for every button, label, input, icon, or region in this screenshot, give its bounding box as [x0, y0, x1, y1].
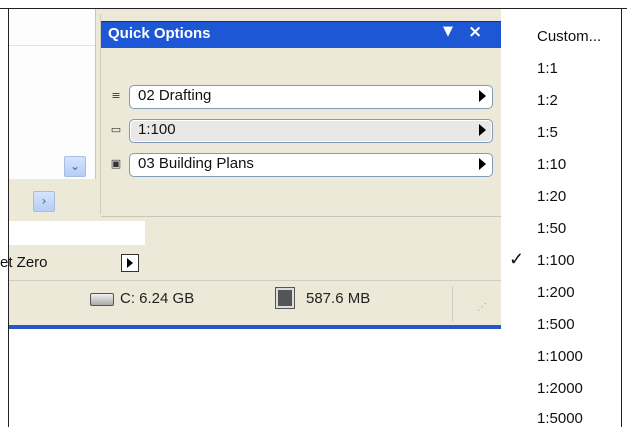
chevron-right-icon [479, 124, 486, 136]
menu-item-1-200[interactable]: 1:200 [501, 277, 621, 309]
chevron-right-icon [479, 158, 486, 170]
layers-icon: ≡ [111, 89, 121, 102]
menu-item-custom[interactable]: Custom... [501, 21, 621, 53]
menu-item-1-1000[interactable]: 1:1000 [501, 341, 621, 373]
status-separator [452, 286, 453, 322]
left-pane [9, 9, 96, 179]
scroll-down-button[interactable]: ⌄ [64, 156, 86, 177]
scroll-right-button[interactable]: › [33, 191, 55, 212]
layer-combination-select[interactable]: 02 Drafting [129, 85, 493, 109]
scale-select[interactable]: 1:100 [129, 119, 493, 143]
resize-grip-icon[interactable]: ⋰ [477, 303, 495, 323]
scale-menu: Custom... 1:1 1:2 1:5 1:10 1:20 1:50 ✓ 1… [501, 9, 621, 427]
status-bar [9, 280, 501, 327]
set-zero-label[interactable]: et Zero [0, 254, 48, 271]
quick-options-title: Quick Options [108, 25, 211, 42]
layout-icon: ▣ [110, 157, 122, 170]
menu-item-1-20[interactable]: 1:20 [501, 181, 621, 213]
window-bottom-border [9, 325, 501, 329]
model-view-value: 03 Building Plans [138, 155, 254, 172]
menu-item-1-50[interactable]: 1:50 [501, 213, 621, 245]
memory-value: 587.6 MB [306, 290, 371, 307]
checkmark-icon: ✓ [509, 249, 525, 269]
chevron-right-icon [479, 90, 486, 102]
panel-divider [101, 216, 501, 217]
disk-space-value: C: 6.24 GB [120, 290, 195, 307]
left-pane-divider [9, 45, 95, 46]
menu-item-1-2[interactable]: 1:2 [501, 85, 621, 117]
toolbar-strip [9, 221, 145, 245]
panel-menu-icon[interactable]: ▼ [443, 24, 453, 39]
play-icon[interactable] [121, 254, 139, 272]
close-icon[interactable]: × [468, 22, 482, 42]
scale-icon: ▭ [110, 123, 122, 136]
menu-item-1-10[interactable]: 1:10 [501, 149, 621, 181]
scale-value: 1:100 [138, 121, 176, 138]
disk-icon [90, 293, 114, 306]
layer-combination-value: 02 Drafting [138, 87, 212, 104]
menu-item-1-2000[interactable]: 1:2000 [501, 373, 621, 405]
menu-item-1-5[interactable]: 1:5 [501, 117, 621, 149]
frame-right-border [621, 8, 622, 427]
menu-item-1-5000[interactable]: 1:5000 [501, 403, 621, 435]
model-view-select[interactable]: 03 Building Plans [129, 153, 493, 177]
menu-item-1-1[interactable]: 1:1 [501, 53, 621, 85]
memory-chip-icon [276, 288, 294, 308]
menu-item-1-500[interactable]: 1:500 [501, 309, 621, 341]
menu-item-1-100[interactable]: ✓ 1:100 [501, 245, 621, 277]
